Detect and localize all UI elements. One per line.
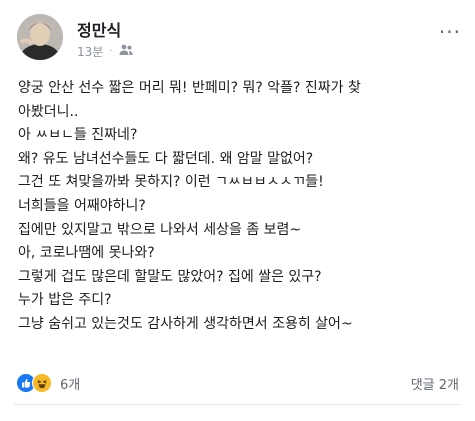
author-name[interactable]: 정만식 [77,17,121,41]
post-line: 너희들을 어째야하니? [18,197,146,214]
post-line: 그냥 숨쉬고 있는것도 감사하게 생각하면서 조용히 살어~ [18,315,353,332]
post-line: 아봤더니.. [18,103,79,120]
facebook-post: 정만식 13분 · ··· 양궁 안산 선수 짧은 머리 뭐! 반페미? 뭐? … [0,0,475,421]
reaction-count: 6개 [60,377,81,393]
post-time[interactable]: 13분 [77,43,103,60]
post-body: 양궁 안산 선수 짧은 머리 뭐! 반페미? 뭐? 악플? 진짜가 찾 아봤더니… [18,77,463,337]
post-line: 왜? 유도 남녀선수들도 다 짧던데. 왜 암말 말없어? [18,150,314,167]
comments-count-link[interactable]: 댓글 2개 [411,374,459,393]
reactions-summary[interactable]: 6개 [16,373,80,393]
haha-icon [32,373,52,393]
post-line: 누가 밥은 주디? [18,292,112,309]
more-dots-icon[interactable]: ··· [439,20,461,44]
post-line: 집에만 있지말고 밖으로 나와서 세상을 좀 보렴~ [18,221,302,238]
post-line: 아, 코로나땜에 못나와? [18,245,155,262]
post-footer: 6개 댓글 2개 [16,371,461,393]
meta-separator: · [109,46,113,57]
footer-divider [14,404,461,405]
author-avatar[interactable] [17,14,63,60]
friends-icon[interactable] [119,44,133,59]
post-line: 그건 또 쳐맞을까봐 못하지? 이런 ㄱㅆㅂㅂㅅㅅㄲ들! [18,174,324,191]
post-line: 양궁 안산 선수 짧은 머리 뭐! 반페미? 뭐? 악플? 진짜가 찾 [18,80,361,96]
post-line: 그렇게 겁도 많은데 할말도 많았어? 집에 쌀은 있구? [18,268,322,285]
post-line: 아 ㅆㅂㄴ들 진짜네? [18,127,138,144]
post-meta: 13분 · [77,43,133,60]
